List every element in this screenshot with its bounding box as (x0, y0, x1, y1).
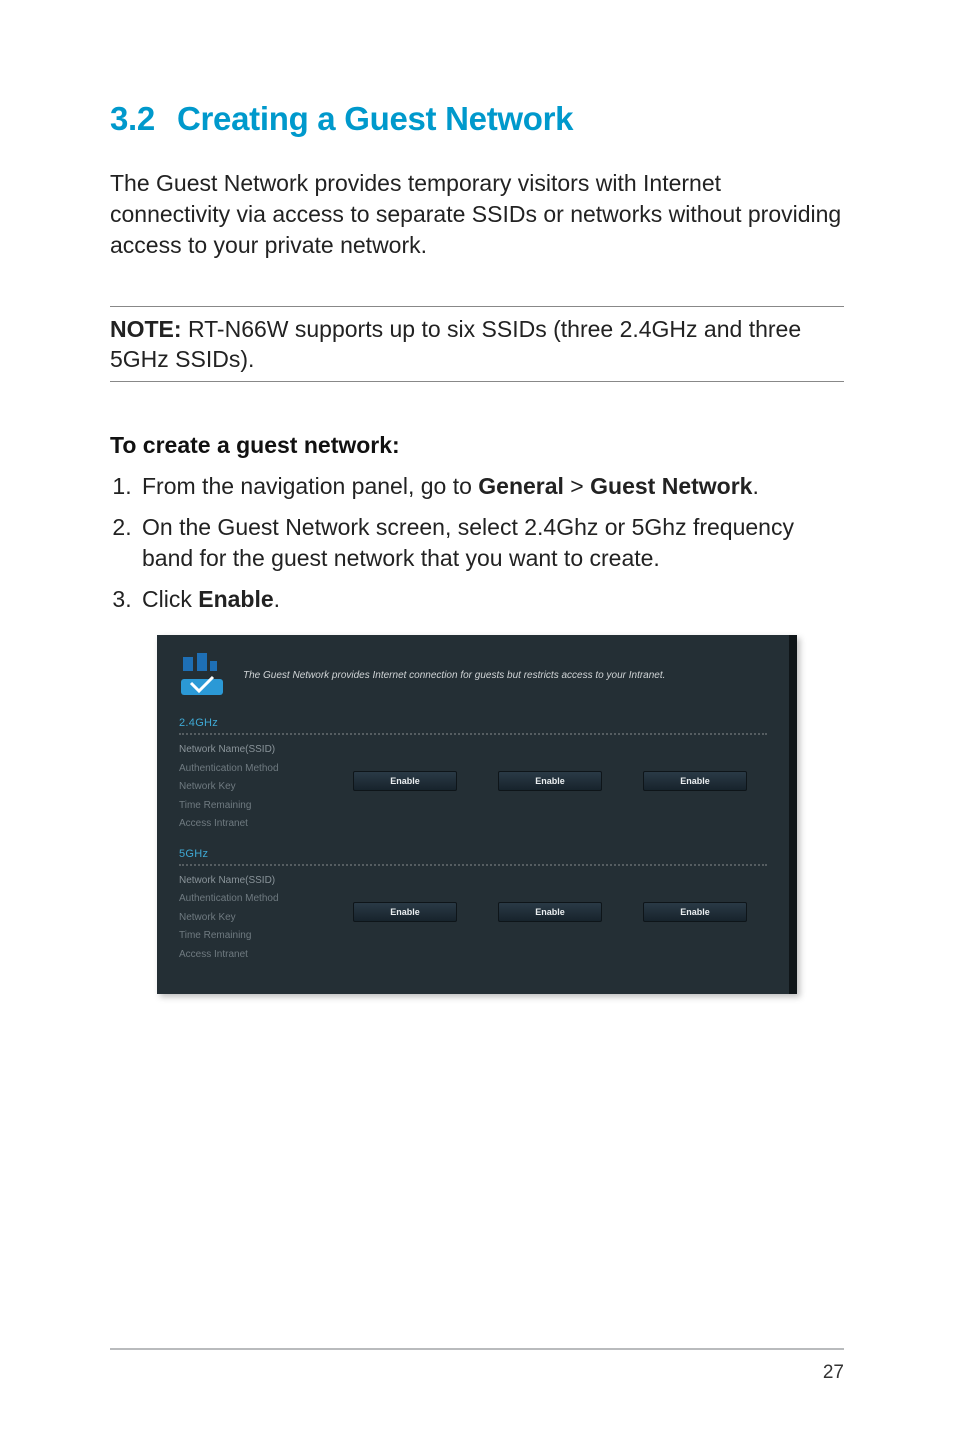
enable-button-5ghz-3[interactable]: Enable (643, 902, 747, 922)
field-time: Time Remaining (179, 797, 329, 816)
note-text: RT-N66W supports up to six SSIDs (three … (110, 316, 801, 372)
band-2-4ghz-buttons: Enable Enable Enable (329, 741, 767, 791)
step-3: Click Enable. (138, 584, 844, 615)
enable-button-5ghz-1[interactable]: Enable (353, 902, 457, 922)
note-box: NOTE: RT-N66W supports up to six SSIDs (… (110, 306, 844, 382)
step-list: From the navigation panel, go to General… (110, 471, 844, 615)
field-ssid: Network Name(SSID) (179, 741, 329, 760)
field-auth: Authentication Method (179, 890, 329, 909)
enable-button-2-4ghz-2[interactable]: Enable (498, 771, 602, 791)
field-key: Network Key (179, 778, 329, 797)
step-2: On the Guest Network screen, select 2.4G… (138, 512, 844, 574)
field-intranet: Access Intranet (179, 815, 329, 834)
band-5ghz: 5GHz Network Name(SSID) Authentication M… (157, 840, 789, 971)
router-description: The Guest Network provides Internet conn… (243, 669, 665, 683)
band-5ghz-buttons: Enable Enable Enable (329, 872, 767, 922)
field-auth: Authentication Method (179, 760, 329, 779)
section-heading: 3.2 Creating a Guest Network (110, 100, 844, 138)
router-header: The Guest Network provides Internet conn… (157, 635, 789, 709)
section-number: 3.2 (110, 100, 155, 137)
router-ui-panel: The Guest Network provides Internet conn… (157, 635, 797, 994)
field-ssid: Network Name(SSID) (179, 872, 329, 891)
field-key: Network Key (179, 909, 329, 928)
section-title: Creating a Guest Network (177, 100, 573, 137)
procedure-heading: To create a guest network: (110, 432, 844, 459)
field-intranet: Access Intranet (179, 946, 329, 965)
guest-network-icon (179, 653, 225, 699)
note-label: NOTE: (110, 316, 182, 342)
footer-rule (110, 1348, 844, 1350)
field-time: Time Remaining (179, 927, 329, 946)
enable-button-2-4ghz-3[interactable]: Enable (643, 771, 747, 791)
band-title-5ghz: 5GHz (179, 848, 767, 866)
band-title-2-4ghz: 2.4GHz (179, 717, 767, 735)
intro-paragraph: The Guest Network provides temporary vis… (110, 168, 844, 261)
band-2-4ghz: 2.4GHz Network Name(SSID) Authentication… (157, 709, 789, 840)
band-2-4ghz-labels: Network Name(SSID) Authentication Method… (179, 741, 329, 834)
page-number: 27 (823, 1362, 844, 1384)
enable-button-2-4ghz-1[interactable]: Enable (353, 771, 457, 791)
enable-button-5ghz-2[interactable]: Enable (498, 902, 602, 922)
band-5ghz-labels: Network Name(SSID) Authentication Method… (179, 872, 329, 965)
step-1: From the navigation panel, go to General… (138, 471, 844, 502)
